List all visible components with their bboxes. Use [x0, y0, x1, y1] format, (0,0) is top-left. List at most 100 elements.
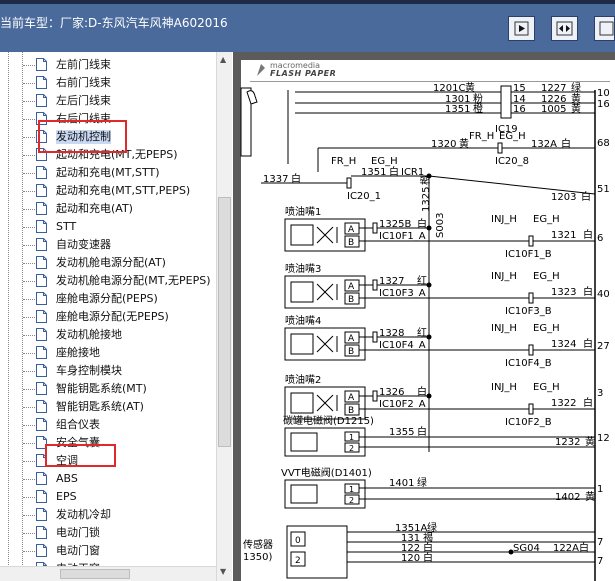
tree-item-label: 左后门线束 [56, 94, 111, 107]
injector-connector [372, 222, 378, 234]
document-icon [36, 274, 47, 287]
canister-ret: 1232 [555, 437, 580, 448]
document-icon [36, 418, 47, 431]
vvt-pin-1: 1 [349, 485, 354, 494]
injector-pin-b: B [348, 347, 354, 357]
injector-conn: IC10F1_A [379, 231, 426, 242]
eg-h2-label: EG_H [533, 323, 560, 334]
tree-item-label: 自动变速器 [56, 238, 111, 251]
w1351-color: 白 [389, 165, 399, 178]
eg-h-label: EG_H [371, 156, 398, 167]
w122a-num: 122A [553, 543, 579, 554]
injector-ret-conn: IC10F1_B [505, 249, 552, 260]
hscroll-thumb[interactable] [60, 569, 130, 579]
ecu-pin-number: 40 [597, 289, 610, 300]
inj-h-label: INJ_H [491, 214, 517, 225]
tree-branch-line [23, 209, 35, 210]
w1337-color: 白 [291, 172, 301, 185]
tree-branch-line [23, 443, 35, 444]
fit-width-button[interactable] [551, 16, 578, 41]
eg-h2-label: EG_H [533, 382, 560, 393]
tree-branch-line [23, 407, 35, 408]
top-row-3-right: 1005 [541, 104, 566, 115]
tree-vertical-scrollbar[interactable]: ▲ ▼ [216, 52, 232, 581]
scroll-thumb[interactable] [218, 197, 231, 447]
tree-item-label: STT [56, 220, 77, 233]
injector-pin-a: A [348, 393, 355, 403]
document-icon [36, 58, 47, 71]
next-page-button[interactable] [508, 16, 535, 41]
document-icon [36, 184, 47, 197]
injector-ret-connector [528, 235, 534, 247]
tree-item-label: 右前门线束 [56, 76, 111, 89]
tree-branch-line [23, 83, 35, 84]
ecu-pin-number: 16 [597, 99, 610, 110]
injector-ret-conn: IC10F2_B [505, 417, 552, 428]
sensor-pin-0: 0 [295, 536, 301, 546]
vvt-solenoid: VVT电磁阀(D1401) 1 2 1401 绿 1402 黄 [281, 466, 595, 509]
tree-item-label: 电动门窗 [56, 544, 100, 557]
highlight-box-ac [45, 444, 116, 467]
top-row-1-color: 黄 [465, 81, 475, 94]
injector-ret-color: 白 [583, 228, 593, 241]
ecu-pin-number: 12 [597, 433, 610, 444]
tree-branch-line [23, 227, 35, 228]
document-icon [36, 220, 47, 233]
top-row-3-rcolor: 黄 [571, 102, 581, 115]
inj-h-label: INJ_H [491, 382, 517, 393]
injector-pin-a: A [348, 225, 355, 235]
document-icon [36, 256, 47, 269]
tree-branch-line [23, 137, 35, 138]
scroll-up-icon[interactable]: ▲ [220, 55, 226, 64]
eg-h2-label: EG_H [533, 271, 560, 282]
injector-connector [372, 279, 378, 291]
injector-pin-b: B [348, 406, 354, 416]
injector-wire-color: 红 [417, 274, 427, 287]
injector-conn: IC10F2_A [379, 399, 426, 410]
scroll-down-icon[interactable]: ▼ [220, 567, 226, 576]
bottom-wire-4-num: 120 [401, 553, 420, 564]
tree-item-label: 发动机冷却 [56, 508, 111, 521]
tree-item-label: 智能钥匙系统(AT) [56, 400, 144, 413]
injector-ret-connector [528, 292, 534, 304]
top-row-3-color: 橙 [473, 102, 483, 115]
canister-ret-color: 黄 [585, 435, 595, 448]
tree-item-label: 起动和充电(MT,STT,PEPS) [56, 184, 191, 197]
tree-item-label: 车身控制模块 [56, 364, 122, 377]
tree-item-label: 座舱接地 [56, 346, 100, 359]
document-icon [36, 508, 47, 521]
injector-ret-num: 1322 [551, 398, 576, 409]
sg04-label: SG04 [513, 543, 540, 554]
w1337-num: 1337 [263, 174, 288, 185]
window-title: 当前车型：厂家:D-东风汽车风神A602016 [0, 16, 228, 30]
tree-item-label: 组合仪表 [56, 418, 100, 431]
injector-name: 喷油嘴4 [285, 314, 321, 327]
tree-item-label: 左前门线束 [56, 58, 111, 71]
tree-branch-line [23, 263, 35, 264]
top-row-1-left: 1201C [433, 83, 465, 94]
tree-item-label: 发动机舱接地 [56, 328, 122, 341]
injector-pin-b: B [348, 295, 354, 305]
tree-branch-line [23, 371, 35, 372]
more-toolbar-button[interactable] [594, 16, 615, 41]
injector-ret-color: 白 [583, 396, 593, 409]
ecu-pin-number: 1 [597, 484, 603, 495]
tree-branch-line [23, 191, 35, 192]
ic20-1-label: IC20_1 [347, 191, 381, 202]
ecu-pin-number: 7 [597, 537, 603, 548]
tree-branch-line [23, 281, 35, 282]
tree-item-label: 起动和充电(AT) [56, 202, 133, 215]
document-icon [36, 310, 47, 323]
injector-ret-num: 1324 [551, 339, 576, 350]
canister-pin-2: 2 [349, 444, 354, 453]
tree-branch-line [23, 335, 35, 336]
tree-horizontal-scrollbar[interactable] [0, 566, 216, 581]
injector-connector [372, 390, 378, 402]
sensor-pin-2: 2 [295, 556, 301, 566]
wiring-diagram: 1201C 黄 15 1227 绿 1301 粉 14 1226 黄 1351 … [240, 81, 610, 581]
tree-item-label: 发动机舱电源分配(MT,无PEPS) [56, 274, 211, 287]
injector-wire-color: 白 [417, 217, 427, 230]
document-icon [36, 76, 47, 89]
document-icon [36, 382, 47, 395]
vvt-name: VVT电磁阀(D1401) [281, 466, 372, 479]
